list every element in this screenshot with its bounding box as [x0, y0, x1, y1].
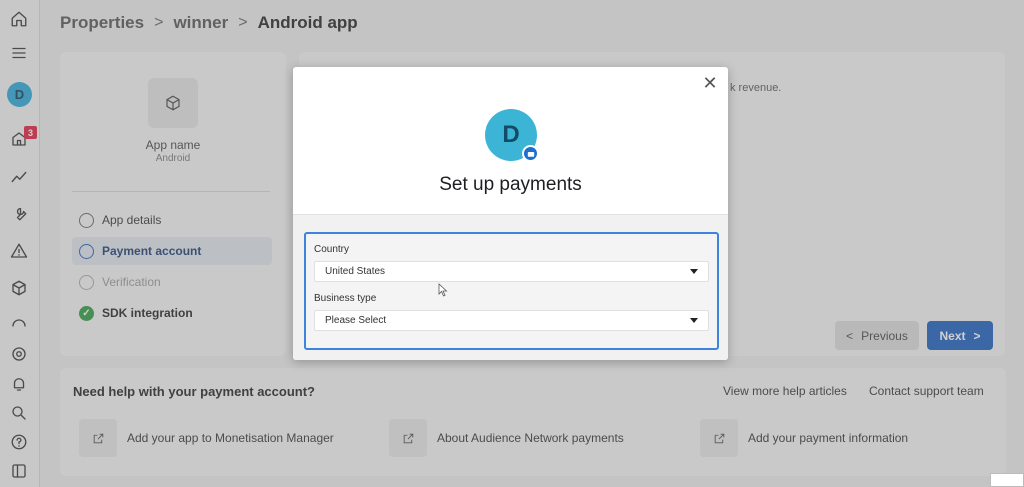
- mouse-cursor-icon: [438, 283, 448, 297]
- setup-payments-dialog: ✕ D Set up payments Country United State…: [293, 67, 728, 360]
- business-type-label: Business type: [314, 293, 377, 304]
- broken-image-icon: [990, 473, 1024, 487]
- business-type-select[interactable]: Please Select: [314, 310, 709, 331]
- wallet-icon: [522, 145, 539, 162]
- payment-form: Country United States Business type Plea…: [304, 232, 719, 350]
- caret-down-icon: [690, 269, 698, 274]
- business-type-value: Please Select: [325, 315, 387, 326]
- dialog-body: Country United States Business type Plea…: [293, 214, 728, 360]
- caret-down-icon: [690, 318, 698, 323]
- country-label: Country: [314, 244, 350, 255]
- dialog-title: Set up payments: [439, 174, 582, 195]
- close-icon[interactable]: ✕: [702, 74, 718, 92]
- country-select[interactable]: United States: [314, 261, 709, 282]
- country-value: United States: [325, 266, 386, 277]
